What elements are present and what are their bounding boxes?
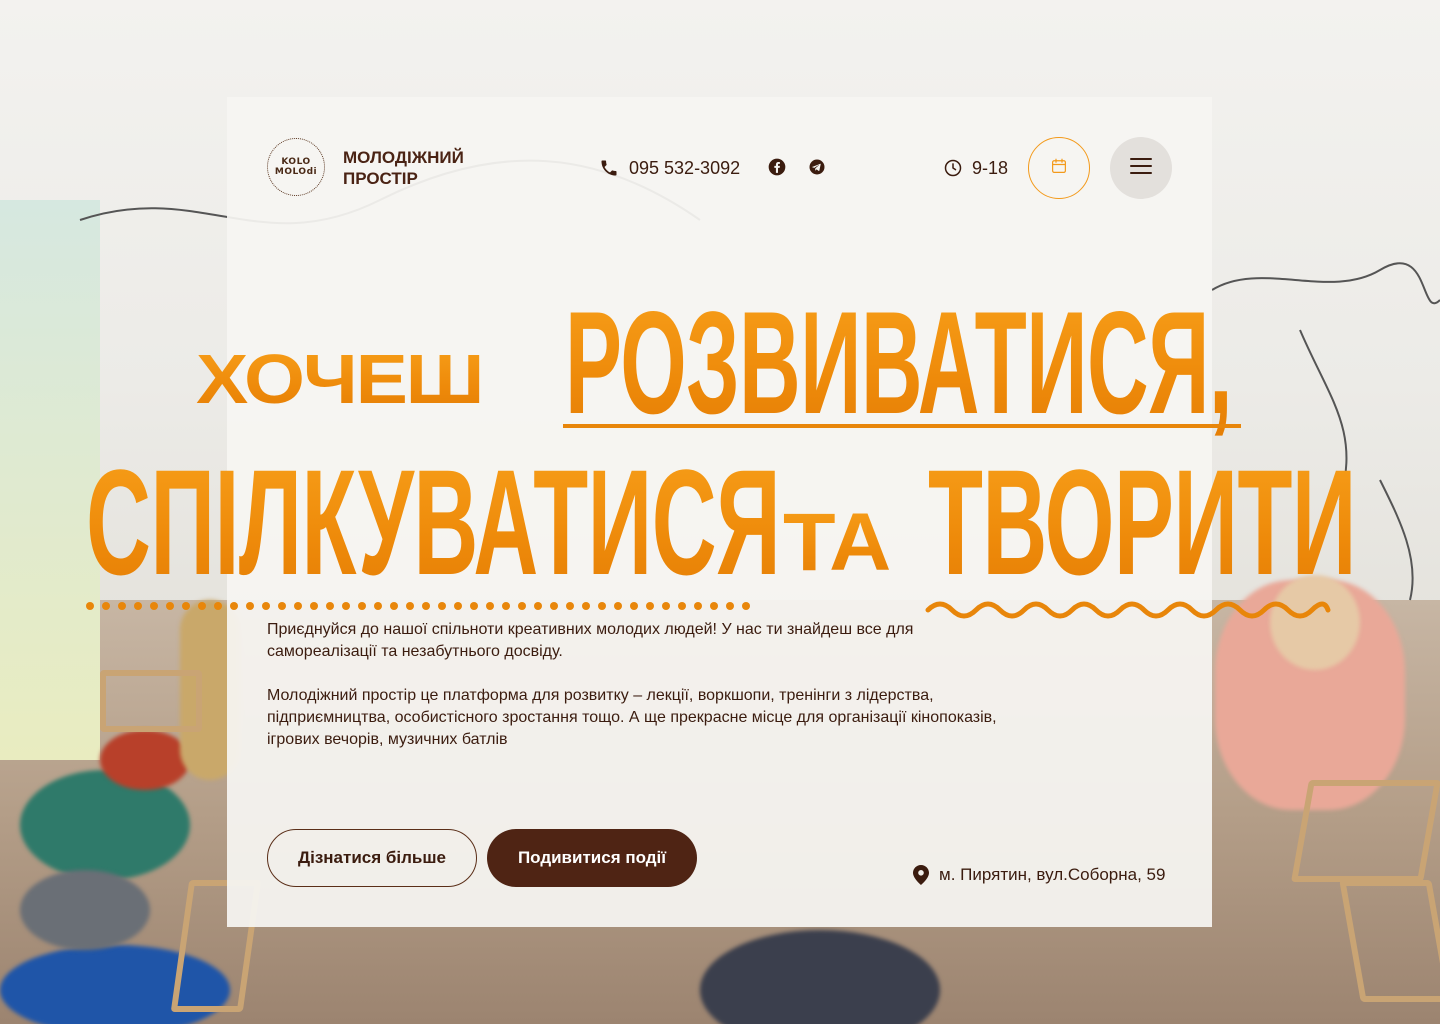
address: м. Пирятин, вул.Соборна, 59 [913, 865, 1165, 885]
calendar-icon [1050, 157, 1068, 180]
logo-line-2: MOLOdi [274, 167, 318, 177]
description-paragraph-1: Приєднуйся до нашої спільноти креативних… [267, 621, 914, 660]
description-paragraph-2: Молодіжний простір це платформа для розв… [267, 687, 997, 748]
phone-link[interactable]: 095 532-3092 [599, 155, 740, 181]
wavy-underline [925, 601, 1331, 619]
hamburger-menu-icon [1130, 157, 1152, 180]
menu-button[interactable] [1110, 137, 1172, 199]
telegram-icon[interactable] [807, 157, 827, 177]
logo[interactable]: KOLO MOLOdi [267, 138, 325, 196]
social-links [767, 157, 827, 177]
phone-number: 095 532-3092 [629, 157, 741, 178]
calendar-button[interactable] [1028, 137, 1090, 199]
location-pin-icon [913, 865, 929, 885]
learn-more-button[interactable]: Дізнатися більше [267, 829, 477, 887]
hero-description: Приєднуйся до нашої спільноти креативних… [267, 619, 1027, 773]
dotted-underline [86, 602, 750, 610]
phone-icon [599, 158, 619, 178]
view-events-button[interactable]: Подивитися події [487, 829, 697, 887]
headline-decorations [86, 601, 1331, 619]
hero-card: KOLO MOLOdi МОЛОДІЖНИЙ ПРОСТІР 095 532-3… [227, 97, 1212, 927]
brand-name: МОЛОДІЖНИЙ ПРОСТІР [343, 148, 464, 188]
facebook-icon[interactable] [767, 157, 787, 177]
address-text: м. Пирятин, вул.Соборна, 59 [939, 865, 1166, 884]
logo-line-1: KOLO [281, 157, 311, 167]
clock-icon [943, 158, 963, 178]
working-hours: 9-18 [943, 155, 1008, 181]
hours-text: 9-18 [972, 157, 1009, 178]
